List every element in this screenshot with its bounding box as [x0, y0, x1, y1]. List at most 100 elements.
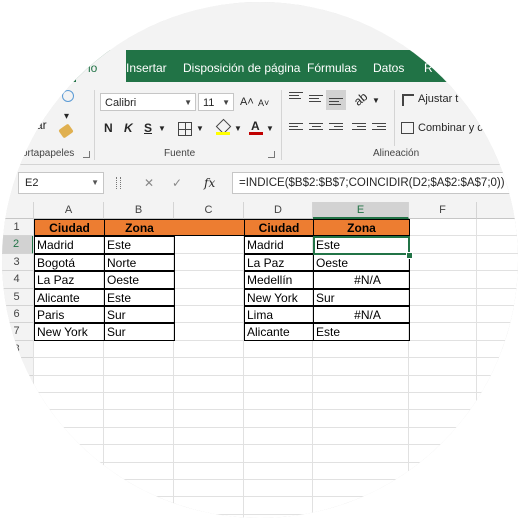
column-header-a[interactable]: A: [34, 202, 104, 219]
column-header-e[interactable]: E: [313, 202, 409, 219]
row-header-6[interactable]: 6: [2, 306, 34, 324]
borders-icon[interactable]: [178, 122, 192, 136]
cancel-icon[interactable]: ✕: [144, 174, 154, 192]
formula-bar-grip-icon[interactable]: [116, 177, 121, 189]
enter-icon[interactable]: ✓: [172, 174, 182, 192]
row-header-2[interactable]: 2: [2, 236, 34, 254]
table2-cell[interactable]: La Paz: [244, 253, 314, 272]
column-header-f[interactable]: F: [409, 202, 477, 219]
table1-cell[interactable]: Madrid: [34, 236, 105, 254]
bold-button[interactable]: N: [104, 119, 113, 137]
name-box[interactable]: E2 ▼: [18, 172, 104, 194]
row-header-12[interactable]: 12: [2, 410, 34, 428]
table1-cell[interactable]: Sur: [104, 306, 175, 324]
align-top-icon[interactable]: [289, 92, 303, 104]
align-right-icon[interactable]: [329, 123, 343, 135]
column-header-b[interactable]: B: [104, 202, 174, 219]
table1-cell[interactable]: Paris: [34, 306, 105, 324]
table1-cell[interactable]: Este: [104, 236, 175, 254]
table2-cell[interactable]: Este: [313, 323, 410, 341]
table1-cell[interactable]: Sur: [104, 323, 175, 341]
wrap-text-icon[interactable]: [402, 94, 414, 106]
formula-input[interactable]: =INDICE($B$2:$B$7;COINCIDIR(D2;$A$2:$A$7…: [232, 172, 518, 194]
font-color-dropdown-icon[interactable]: ▼: [266, 120, 274, 138]
row-header-15[interactable]: 15: [2, 462, 34, 480]
row-header-13[interactable]: 13: [2, 427, 34, 446]
row-header-16[interactable]: 16: [2, 480, 34, 498]
fill-handle[interactable]: [406, 252, 413, 259]
table1-header-cell[interactable]: Zona: [104, 219, 175, 237]
insert-function-icon[interactable]: fx: [204, 174, 215, 192]
table2-cell[interactable]: New York: [244, 288, 314, 306]
fill-color-dropdown-icon[interactable]: ▼: [234, 120, 242, 138]
tab-revisar[interactable]: R: [424, 50, 433, 82]
header-band-c1[interactable]: [174, 219, 244, 237]
tab-formulas[interactable]: Fórmulas: [307, 50, 357, 82]
orientation-icon[interactable]: ab: [350, 88, 372, 110]
table2-cell[interactable]: #N/A: [313, 306, 410, 324]
align-bottom-button[interactable]: [326, 90, 346, 110]
row-header-10[interactable]: 10: [2, 375, 34, 393]
table2-cell[interactable]: Oeste: [313, 253, 410, 272]
copy-icon[interactable]: [62, 90, 74, 102]
tab-disposicion-pagina[interactable]: Disposición de página: [183, 50, 300, 82]
align-middle-icon[interactable]: [309, 95, 323, 107]
row-header-3[interactable]: 3: [2, 253, 34, 272]
underline-dropdown-icon[interactable]: ▼: [158, 120, 166, 138]
format-painter-icon[interactable]: [58, 123, 74, 139]
row-header-7[interactable]: 7: [2, 323, 34, 341]
underline-button[interactable]: S: [144, 119, 152, 137]
shrink-font-button[interactable]: A˅: [258, 94, 269, 112]
row-header-9[interactable]: 9: [2, 358, 34, 376]
table2-header-cell[interactable]: Zona: [313, 219, 410, 237]
table1-cell[interactable]: Oeste: [104, 271, 175, 289]
merge-center-icon[interactable]: [401, 122, 414, 134]
table1-cell[interactable]: Este: [104, 288, 175, 306]
column-header-g[interactable]: [477, 202, 518, 219]
italic-button[interactable]: K: [124, 119, 133, 137]
table2-cell[interactable]: Medellín: [244, 271, 314, 289]
table1-cell[interactable]: La Paz: [34, 271, 105, 289]
table2-header-cell[interactable]: Ciudad: [244, 219, 314, 237]
font-color-button[interactable]: A: [249, 118, 263, 136]
font-size-select[interactable]: 11 ▼: [198, 93, 234, 111]
table2-cell[interactable]: Madrid: [244, 236, 314, 254]
row-header-11[interactable]: 11: [2, 393, 34, 411]
table2-cell[interactable]: #N/A: [313, 271, 410, 289]
table2-cell[interactable]: Este: [313, 236, 410, 254]
table1-cell[interactable]: Norte: [104, 253, 175, 272]
align-left-icon[interactable]: [289, 123, 303, 135]
paste-button-label[interactable]: ar: [36, 118, 47, 132]
align-center-icon[interactable]: [309, 123, 323, 135]
row-header-14[interactable]: 14: [2, 445, 34, 463]
fill-color-icon[interactable]: [215, 118, 232, 136]
row-header-5[interactable]: 5: [2, 288, 34, 306]
wrap-text-button[interactable]: Ajustar t: [418, 93, 458, 105]
table1-cell[interactable]: Bogotá: [34, 253, 105, 272]
orientation-dropdown-icon[interactable]: ▼: [372, 92, 380, 110]
row-header-1[interactable]: 1: [2, 219, 34, 237]
table1-cell[interactable]: New York: [34, 323, 105, 341]
row-header-17[interactable]: 17: [2, 497, 34, 515]
tab-inicio[interactable]: io: [76, 50, 126, 82]
merge-center-button[interactable]: Combinar y c: [418, 122, 483, 134]
tab-insertar[interactable]: Insertar: [126, 50, 167, 82]
grow-font-button[interactable]: A˄: [240, 93, 254, 111]
table1-cell[interactable]: Alicante: [34, 288, 105, 306]
column-header-c[interactable]: C: [174, 202, 244, 219]
row-header-8[interactable]: 8: [2, 340, 34, 359]
select-all-corner[interactable]: [2, 202, 34, 219]
font-launcher-icon[interactable]: [268, 151, 275, 158]
row-header-4[interactable]: 4: [2, 271, 34, 289]
font-name-select[interactable]: Calibri ▼: [100, 93, 196, 111]
table1-header-cell[interactable]: Ciudad: [34, 219, 105, 237]
clipboard-launcher-icon[interactable]: [83, 151, 90, 158]
table2-cell[interactable]: Sur: [313, 288, 410, 306]
decrease-indent-icon[interactable]: [352, 123, 366, 135]
table2-cell[interactable]: Alicante: [244, 323, 314, 341]
table2-cell[interactable]: Lima: [244, 306, 314, 324]
tab-datos[interactable]: Datos: [373, 50, 404, 82]
borders-dropdown-icon[interactable]: ▼: [196, 120, 204, 138]
increase-indent-icon[interactable]: [372, 123, 386, 135]
column-header-d[interactable]: D: [244, 202, 313, 219]
